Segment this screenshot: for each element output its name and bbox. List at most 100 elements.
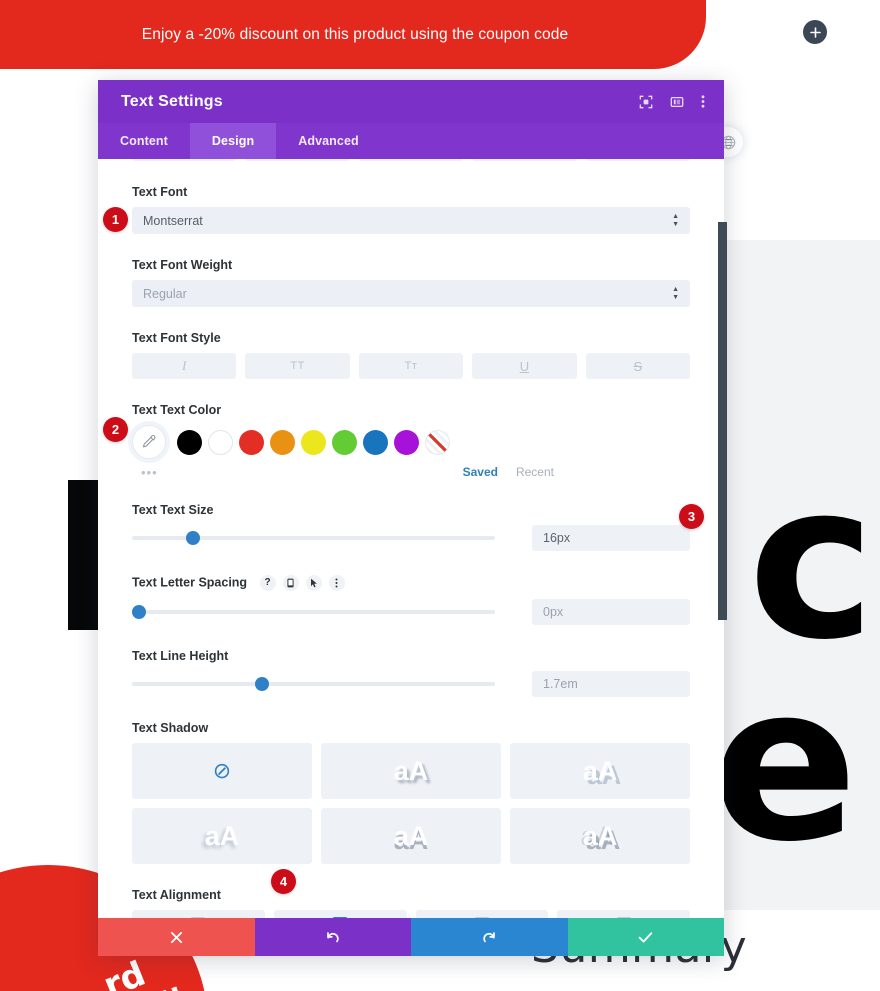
shadow-preview-text: aA bbox=[393, 820, 429, 851]
text-shadow-grid: ⊘ aA aA aA aA aA bbox=[132, 743, 690, 864]
label-line-height: Text Line Height bbox=[132, 649, 229, 663]
shadow-option-bottom[interactable]: aA bbox=[321, 808, 501, 864]
line-height-row: 1.7em bbox=[132, 671, 690, 697]
modal-footer bbox=[98, 918, 724, 956]
underline-button[interactable]: U bbox=[472, 353, 577, 379]
modal-tabbar: Content Design Advanced bbox=[98, 123, 724, 159]
tab-content[interactable]: Content bbox=[98, 123, 190, 159]
chevron-updown-icon: ▲ ▼ bbox=[672, 212, 679, 228]
swatch-red[interactable] bbox=[239, 429, 264, 455]
label-text-alignment: Text Alignment bbox=[132, 888, 221, 902]
slider-knob[interactable] bbox=[186, 531, 200, 545]
underline-icon: U bbox=[519, 358, 530, 374]
clipped-cell bbox=[132, 159, 237, 161]
line-height-value[interactable]: 1.7em bbox=[532, 671, 690, 697]
swatch-blue[interactable] bbox=[363, 429, 388, 455]
slider-knob[interactable] bbox=[255, 677, 269, 691]
undo-button[interactable] bbox=[254, 918, 411, 956]
letter-spacing-label-text: Text Letter Spacing bbox=[132, 575, 248, 590]
eyedropper-icon bbox=[142, 435, 156, 448]
annotation-badge-1: 1 bbox=[103, 207, 128, 232]
more-vertical-icon[interactable] bbox=[701, 94, 705, 109]
plus-icon bbox=[809, 26, 821, 38]
letter-spacing-slider[interactable] bbox=[132, 603, 495, 621]
cancel-button[interactable] bbox=[98, 918, 255, 956]
align-justify-icon bbox=[616, 917, 631, 918]
tab-advanced[interactable]: Advanced bbox=[276, 123, 381, 159]
text-alignment-row bbox=[132, 910, 690, 918]
text-size-slider[interactable] bbox=[132, 529, 495, 547]
align-left-icon bbox=[191, 917, 206, 918]
checkmark-icon bbox=[638, 931, 653, 942]
tab-design[interactable]: Design bbox=[189, 123, 277, 159]
help-icon[interactable]: ? bbox=[259, 575, 276, 591]
uppercase-button[interactable]: TT bbox=[245, 353, 350, 379]
align-right-icon bbox=[474, 917, 489, 918]
swatch-orange[interactable] bbox=[270, 429, 295, 455]
align-justify-button[interactable] bbox=[557, 910, 690, 918]
strikethrough-button[interactable]: S bbox=[585, 353, 691, 379]
text-font-select[interactable]: Montserrat ▲ ▼ bbox=[132, 207, 690, 234]
swatch-black[interactable] bbox=[177, 429, 202, 455]
clipped-cell bbox=[245, 159, 350, 161]
strikethrough-icon: S bbox=[633, 358, 643, 374]
swatch-none[interactable] bbox=[425, 429, 450, 455]
focus-mode-icon[interactable] bbox=[639, 95, 653, 109]
shadow-option-soft-right[interactable]: aA bbox=[321, 743, 501, 799]
slider-track bbox=[132, 610, 495, 614]
screen-root: Enjoy a -20% discount on this product us… bbox=[0, 0, 880, 991]
swatch-purple[interactable] bbox=[394, 429, 419, 455]
label-letter-spacing: Text Letter Spacing ? bbox=[132, 575, 690, 591]
mobile-device-icon[interactable] bbox=[282, 575, 299, 591]
text-settings-modal: Text Settings Content Design Advanced Te… bbox=[98, 80, 724, 956]
modal-header: Text Settings bbox=[98, 80, 724, 123]
align-right-button[interactable] bbox=[415, 910, 549, 918]
text-size-row: 16px bbox=[132, 525, 690, 551]
italic-button[interactable]: I bbox=[132, 353, 237, 379]
background-letter-e: e bbox=[712, 638, 858, 889]
clipped-cell bbox=[472, 159, 577, 161]
line-height-slider[interactable] bbox=[132, 675, 495, 693]
promo-banner-text: Enjoy a -20% discount on this product us… bbox=[141, 25, 569, 43]
letter-spacing-value[interactable]: 0px bbox=[532, 599, 690, 625]
background-letter-c: c bbox=[748, 436, 876, 687]
uppercase-icon: TT bbox=[290, 360, 305, 372]
color-palette-tabs: Saved Recent bbox=[463, 465, 690, 479]
shadow-option-soft-left[interactable]: aA bbox=[132, 808, 312, 864]
modal-body: Text Font Montserrat ▲ ▼ Text Font Weight… bbox=[98, 159, 724, 918]
shadow-preview-text: aA bbox=[204, 820, 240, 851]
swatch-white[interactable] bbox=[208, 429, 233, 455]
shadow-option-hard-right[interactable]: aA bbox=[510, 743, 690, 799]
promo-banner: Enjoy a -20% discount on this product us… bbox=[0, 0, 706, 69]
layout-columns-icon[interactable] bbox=[670, 95, 684, 109]
redo-button[interactable] bbox=[411, 918, 568, 956]
slider-knob[interactable] bbox=[132, 605, 146, 619]
shadow-preview-text: aA bbox=[582, 755, 618, 786]
shadow-preview-text: aA bbox=[582, 820, 618, 851]
modal-title: Text Settings bbox=[121, 92, 223, 110]
modal-scrollbar[interactable] bbox=[718, 222, 727, 620]
shadow-option-none[interactable]: ⊘ bbox=[132, 743, 312, 799]
text-size-value[interactable]: 16px bbox=[532, 525, 690, 551]
align-center-button[interactable] bbox=[273, 910, 407, 918]
eyedropper-button[interactable] bbox=[132, 425, 166, 459]
color-tab-recent[interactable]: Recent bbox=[516, 465, 554, 479]
italic-icon: I bbox=[182, 358, 187, 373]
color-tab-saved[interactable]: Saved bbox=[463, 465, 498, 479]
clipped-cell bbox=[585, 159, 691, 161]
color-more-button[interactable]: ••• bbox=[132, 465, 332, 480]
save-button[interactable] bbox=[567, 918, 724, 956]
swatch-yellow[interactable] bbox=[301, 429, 326, 455]
align-left-button[interactable] bbox=[132, 910, 265, 918]
swatch-green[interactable] bbox=[332, 429, 357, 455]
cursor-pointer-icon[interactable] bbox=[305, 575, 322, 591]
text-font-weight-value: Regular bbox=[143, 286, 187, 301]
text-font-value: Montserrat bbox=[143, 213, 203, 228]
add-module-button[interactable] bbox=[803, 20, 827, 44]
shadow-option-offset[interactable]: aA bbox=[510, 808, 690, 864]
smallcaps-icon: Tᴛ bbox=[404, 360, 418, 372]
text-font-weight-select[interactable]: Regular ▲ ▼ bbox=[132, 280, 690, 307]
smallcaps-button[interactable]: Tᴛ bbox=[358, 353, 464, 379]
no-shadow-icon: ⊘ bbox=[212, 758, 232, 783]
more-vertical-icon[interactable] bbox=[328, 575, 345, 591]
